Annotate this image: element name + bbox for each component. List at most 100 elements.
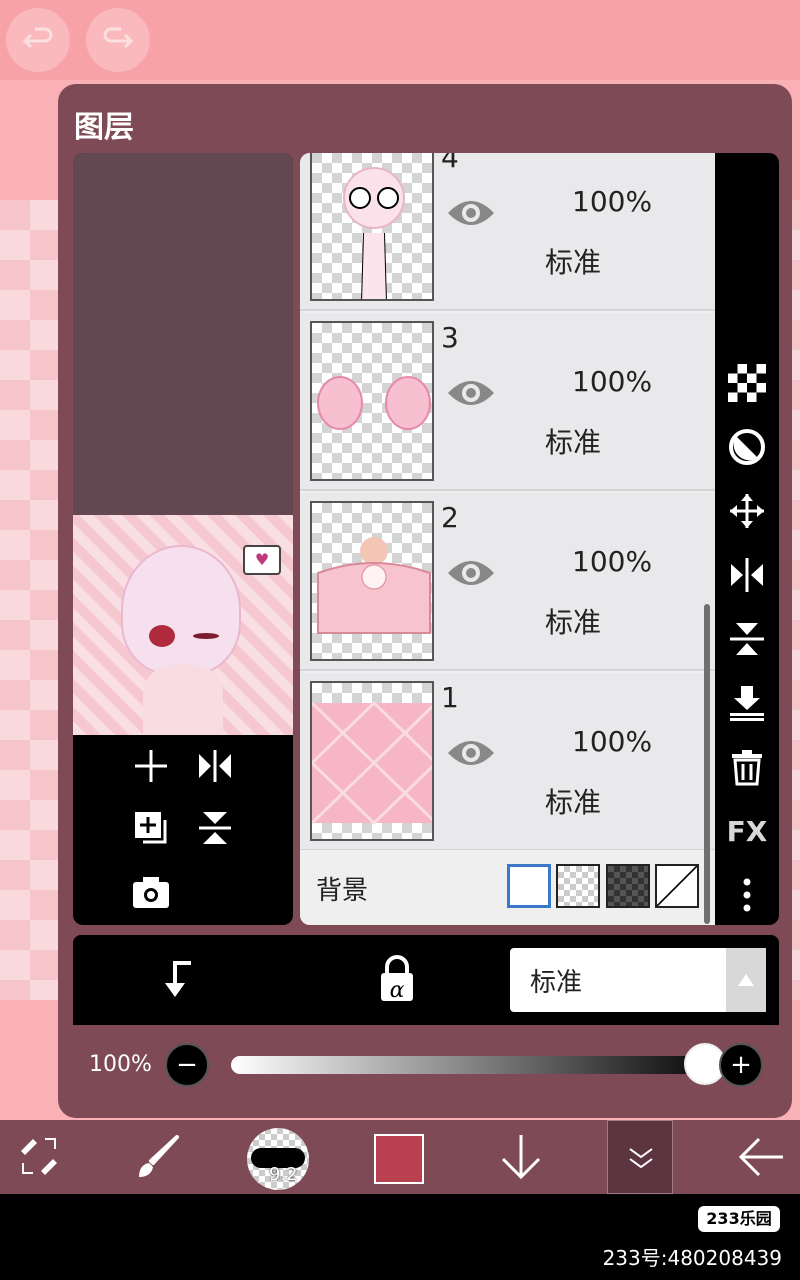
character-body-art — [143, 665, 223, 735]
clip-arrow-icon — [165, 961, 191, 997]
blend-mode-value: 标准 — [530, 968, 583, 998]
camera-icon — [133, 877, 169, 908]
layer-number: 2 — [441, 501, 459, 534]
brush-size-button[interactable]: 9.2 — [247, 1128, 309, 1190]
eye-icon — [448, 381, 494, 405]
layer-opacity: 100% — [572, 725, 653, 758]
arrow-left-icon — [738, 1137, 783, 1177]
layer-row[interactable]: 3 100% 标准 — [300, 313, 715, 491]
watermark-id: 233号:480208439 — [602, 1246, 782, 1270]
layer-blend-mode: 标准 — [545, 786, 602, 819]
add-layer-button[interactable] — [126, 741, 176, 791]
opacity-percent-label: 100% — [89, 1052, 152, 1077]
color-picker-button[interactable] — [374, 1134, 424, 1184]
background-dark-swatch[interactable] — [606, 864, 650, 908]
layer-opacity: 100% — [572, 185, 653, 218]
flip-vertical-icon — [730, 623, 764, 655]
blend-mode-select[interactable]: 标准 — [510, 948, 766, 1012]
move-layer-button[interactable] — [723, 487, 771, 535]
double-chevron-down-icon — [629, 1148, 653, 1169]
layer-row[interactable]: 4 100% 标准 — [300, 153, 715, 311]
layer-number: 3 — [441, 321, 459, 354]
background-none-swatch[interactable] — [655, 864, 699, 908]
layer-list-scrollbar[interactable] — [704, 604, 710, 924]
layer-visibility-toggle[interactable] — [446, 735, 496, 775]
canvas-preview: ♥ — [73, 153, 293, 925]
flip-horizontal-icon — [731, 558, 763, 592]
blend-mode-dropdown-button[interactable] — [726, 948, 766, 1012]
alpha-lock-button[interactable]: α — [377, 955, 417, 1007]
clip-layer-button[interactable] — [161, 957, 201, 1005]
watermark-logo: 233乐园 — [698, 1206, 780, 1232]
character-eye-art — [149, 625, 175, 647]
layer-visibility-toggle[interactable] — [446, 375, 496, 415]
layer-thumbnail — [310, 153, 434, 301]
opacity-decrease-button[interactable]: − — [165, 1043, 209, 1087]
minus-icon: − — [176, 1050, 198, 1080]
layer-visibility-toggle[interactable] — [446, 195, 496, 235]
layer-opacity-bar: 100% − + — [73, 1025, 779, 1105]
flip-vertical-icon — [199, 812, 231, 844]
redo-icon — [103, 27, 134, 49]
layer-thumbnail — [310, 501, 434, 661]
layer-more-button[interactable] — [723, 871, 771, 919]
layer-panel: 图层 ♥ 4 100% 标准 3 100% 标准 2 100% 标准 1 100… — [58, 84, 792, 1118]
layer-list[interactable]: 4 100% 标准 3 100% 标准 2 100% 标准 1 100% 标准 … — [300, 153, 715, 925]
background-row: 背景 — [300, 850, 715, 925]
layer-clipping-button[interactable] — [723, 423, 771, 471]
back-button[interactable] — [734, 1120, 788, 1194]
layer-panel-toggle-button[interactable] — [607, 1120, 673, 1194]
layer-side-toolbar: FX — [715, 153, 779, 925]
layer-opacity: 100% — [572, 365, 653, 398]
layer-tool-grid — [73, 735, 293, 925]
transform-icon — [21, 1138, 57, 1175]
opacity-increase-button[interactable]: + — [719, 1043, 763, 1087]
transparency-lock-button[interactable] — [723, 359, 771, 407]
merge-down-icon — [730, 686, 764, 721]
plus-icon — [135, 750, 167, 782]
duplicate-layer-button[interactable] — [126, 803, 176, 853]
layer-opacity: 100% — [572, 545, 653, 578]
flip-layer-horizontal-button[interactable] — [723, 551, 771, 599]
flip-layer-vertical-button[interactable] — [723, 615, 771, 663]
transform-tool-button[interactable] — [12, 1120, 66, 1194]
eye-icon — [448, 741, 494, 765]
layer-down-button[interactable] — [494, 1120, 548, 1194]
speech-bubble-icon: ♥ — [243, 545, 281, 575]
brush-size-value: 9.2 — [269, 1164, 298, 1185]
character-face-art — [121, 545, 241, 675]
layer-number: 4 — [441, 153, 459, 174]
layer-blend-mode: 标准 — [545, 606, 602, 639]
layer-row[interactable]: 1 100% 标准 — [300, 673, 715, 851]
background-transparent-swatch[interactable] — [556, 864, 600, 908]
caret-up-icon — [738, 974, 754, 986]
flip-canvas-horizontal-button[interactable] — [190, 741, 240, 791]
more-icon — [743, 878, 751, 912]
eye-icon — [448, 561, 494, 585]
arrow-down-icon — [501, 1135, 541, 1180]
layer-visibility-toggle[interactable] — [446, 555, 496, 595]
svg-text:α: α — [390, 978, 405, 1003]
move-icon — [730, 494, 764, 528]
layer-blend-mode: 标准 — [545, 426, 602, 459]
redo-button[interactable] — [86, 8, 150, 72]
merge-down-button[interactable] — [723, 679, 771, 727]
delete-layer-button[interactable] — [723, 743, 771, 791]
undo-icon — [22, 27, 53, 49]
trash-icon — [732, 750, 762, 786]
panel-title: 图层 — [74, 110, 134, 145]
undo-button[interactable] — [6, 8, 70, 72]
preview-thumbnail[interactable]: ♥ — [73, 515, 293, 735]
checker-icon — [728, 364, 766, 402]
layer-row[interactable]: 2 100% 标准 — [300, 493, 715, 671]
brush-tool-button[interactable] — [130, 1120, 184, 1194]
opacity-slider-track[interactable] — [231, 1056, 693, 1074]
background-white-swatch[interactable] — [507, 864, 551, 908]
duplicate-layer-icon — [135, 812, 167, 844]
flip-canvas-vertical-button[interactable] — [190, 803, 240, 853]
eye-icon — [448, 201, 494, 225]
layer-fx-button[interactable]: FX — [723, 807, 771, 855]
layer-thumbnail — [310, 321, 434, 481]
import-photo-button[interactable] — [126, 867, 176, 917]
plus-icon: + — [730, 1050, 752, 1080]
